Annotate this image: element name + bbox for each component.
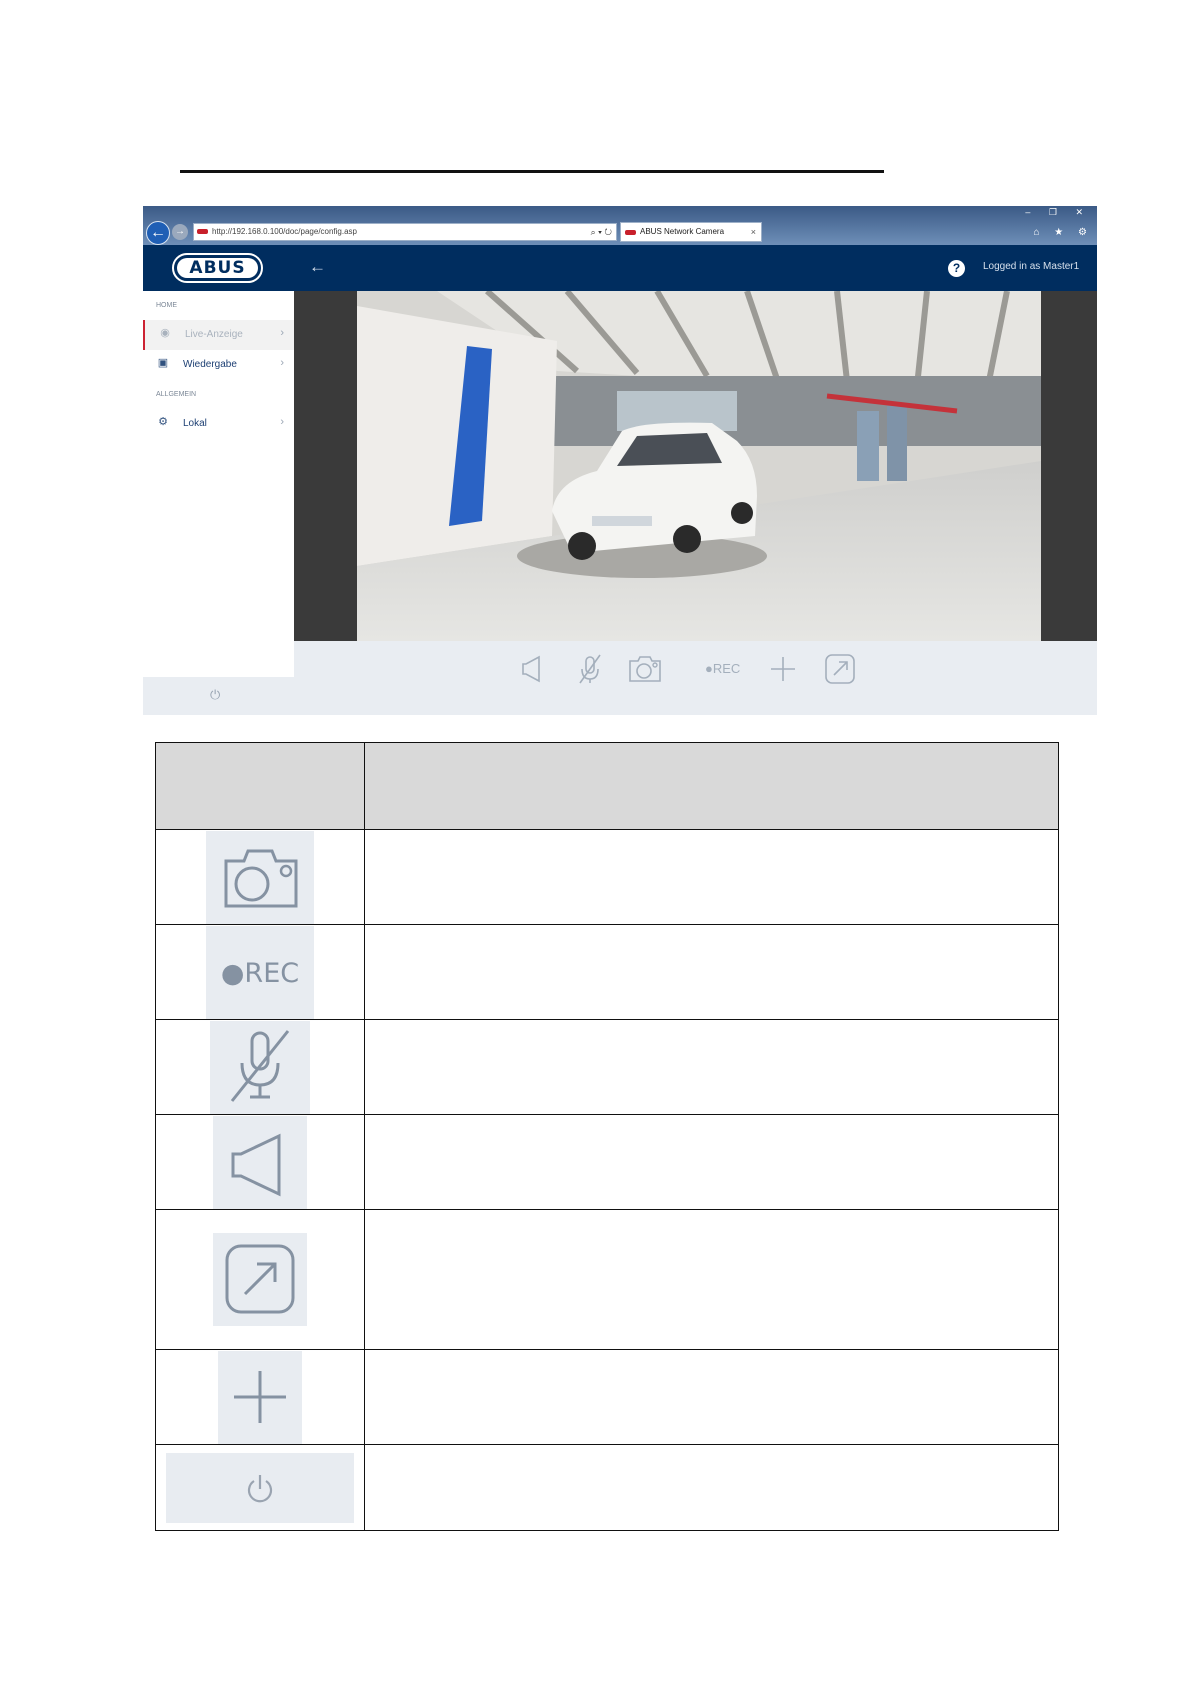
window-controls[interactable]: – ❐ ✕ xyxy=(1025,207,1091,218)
address-tools-icon[interactable]: ⌕ ▾ ↻ xyxy=(591,224,612,240)
sidebar-footer: ⏻ xyxy=(143,677,294,715)
microphone-muted-icon xyxy=(210,1020,310,1114)
microphone-muted-icon[interactable] xyxy=(576,653,604,685)
table-header-row xyxy=(155,742,1059,830)
parking-garage-image xyxy=(357,291,1041,641)
icon-cell xyxy=(155,829,365,925)
app-header: ABUS ← ? Logged in as Master1 xyxy=(143,245,1097,291)
browser-back-icon[interactable]: ← xyxy=(146,221,170,245)
table-row xyxy=(155,1444,1059,1531)
tab-title: ABUS Network Camera xyxy=(640,227,725,236)
description-cell xyxy=(364,1444,1059,1531)
description-cell xyxy=(364,1349,1059,1445)
section-home: HOME xyxy=(156,302,177,309)
description-cell xyxy=(364,1114,1059,1210)
help-icon[interactable]: ? xyxy=(948,260,965,277)
camera-icon xyxy=(206,830,314,924)
sidebar-item-label: Live-Anzeige xyxy=(185,329,243,340)
table-row xyxy=(155,1114,1059,1210)
live-view-controls: ●REC xyxy=(294,641,1097,715)
speaker-icon xyxy=(213,1115,307,1209)
header-cell-icon xyxy=(155,742,365,830)
chevron-right-icon: › xyxy=(280,357,284,369)
camera-video-feed[interactable] xyxy=(357,291,1041,641)
address-text: http://192.168.0.100/doc/page/config.asp xyxy=(212,227,358,236)
eye-icon: ◉ xyxy=(160,327,170,339)
browser-forward-icon[interactable]: → xyxy=(172,224,188,240)
icon-cell xyxy=(155,1019,365,1115)
description-cell xyxy=(364,1019,1059,1115)
logo-text: ABUS xyxy=(177,258,258,278)
sidebar-item-local[interactable]: ⚙ Lokal › xyxy=(143,409,294,439)
back-arrow-icon[interactable]: ← xyxy=(309,257,326,277)
browser-chrome: ← → http://192.168.0.100/doc/page/config… xyxy=(143,206,1097,245)
sidebar-item-label: Wiedergabe xyxy=(183,359,237,370)
favicon-icon xyxy=(197,229,208,234)
table-row xyxy=(155,829,1059,925)
logged-in-user: Logged in as Master1 xyxy=(983,261,1080,272)
icon-cell xyxy=(155,1209,365,1350)
live-view-area xyxy=(294,291,1097,641)
browser-toolbar-icons[interactable]: ⌂ ★ ⚙ xyxy=(1033,227,1093,238)
ui-screenshot: ← → http://192.168.0.100/doc/page/config… xyxy=(143,206,1097,715)
power-icon xyxy=(166,1452,354,1523)
description-cell xyxy=(364,924,1059,1020)
icon-cell xyxy=(155,1444,365,1531)
abus-logo: ABUS xyxy=(172,253,263,283)
table-row: ●REC xyxy=(155,924,1059,1020)
title-rule xyxy=(180,170,884,173)
icon-cell xyxy=(155,1114,365,1210)
power-icon[interactable]: ⏻ xyxy=(210,687,220,703)
plus-icon xyxy=(218,1350,302,1444)
table-row xyxy=(155,1349,1059,1445)
address-bar[interactable]: http://192.168.0.100/doc/page/config.asp… xyxy=(193,223,617,241)
section-general: ALLGEMEIN xyxy=(156,391,197,398)
speaker-icon[interactable] xyxy=(520,653,544,685)
sidebar-item-label: Lokal xyxy=(183,418,207,429)
browser-tab[interactable]: ABUS Network Camera × xyxy=(620,222,762,242)
chevron-right-icon: › xyxy=(280,416,284,428)
chevron-right-icon: › xyxy=(280,327,284,339)
tab-close-icon[interactable]: × xyxy=(751,223,756,241)
icon-cell: ●REC xyxy=(155,924,365,1020)
tab-favicon-icon xyxy=(625,230,636,235)
camera-icon[interactable] xyxy=(628,653,662,685)
external-window-icon[interactable] xyxy=(824,653,856,685)
description-cell xyxy=(364,1209,1059,1350)
icon-cell xyxy=(155,1349,365,1445)
sidebar: HOME ◉ Live-Anzeige › ▣ Wiedergabe › ALL… xyxy=(143,291,294,715)
icon-legend-table: ●REC xyxy=(155,742,1059,1531)
table-row xyxy=(155,1019,1059,1115)
rec-icon: ●REC xyxy=(206,925,314,1019)
external-window-icon xyxy=(213,1233,307,1326)
sidebar-item-live-view[interactable]: ◉ Live-Anzeige › xyxy=(143,320,294,350)
header-cell-description xyxy=(364,742,1059,830)
local-settings-icon: ⚙ xyxy=(158,416,168,428)
description-cell xyxy=(364,829,1059,925)
sidebar-item-playback[interactable]: ▣ Wiedergabe › xyxy=(143,350,294,380)
record-button[interactable]: ●REC xyxy=(705,661,740,676)
playback-icon: ▣ xyxy=(157,357,169,369)
plus-icon[interactable] xyxy=(769,653,797,685)
table-row xyxy=(155,1209,1059,1350)
